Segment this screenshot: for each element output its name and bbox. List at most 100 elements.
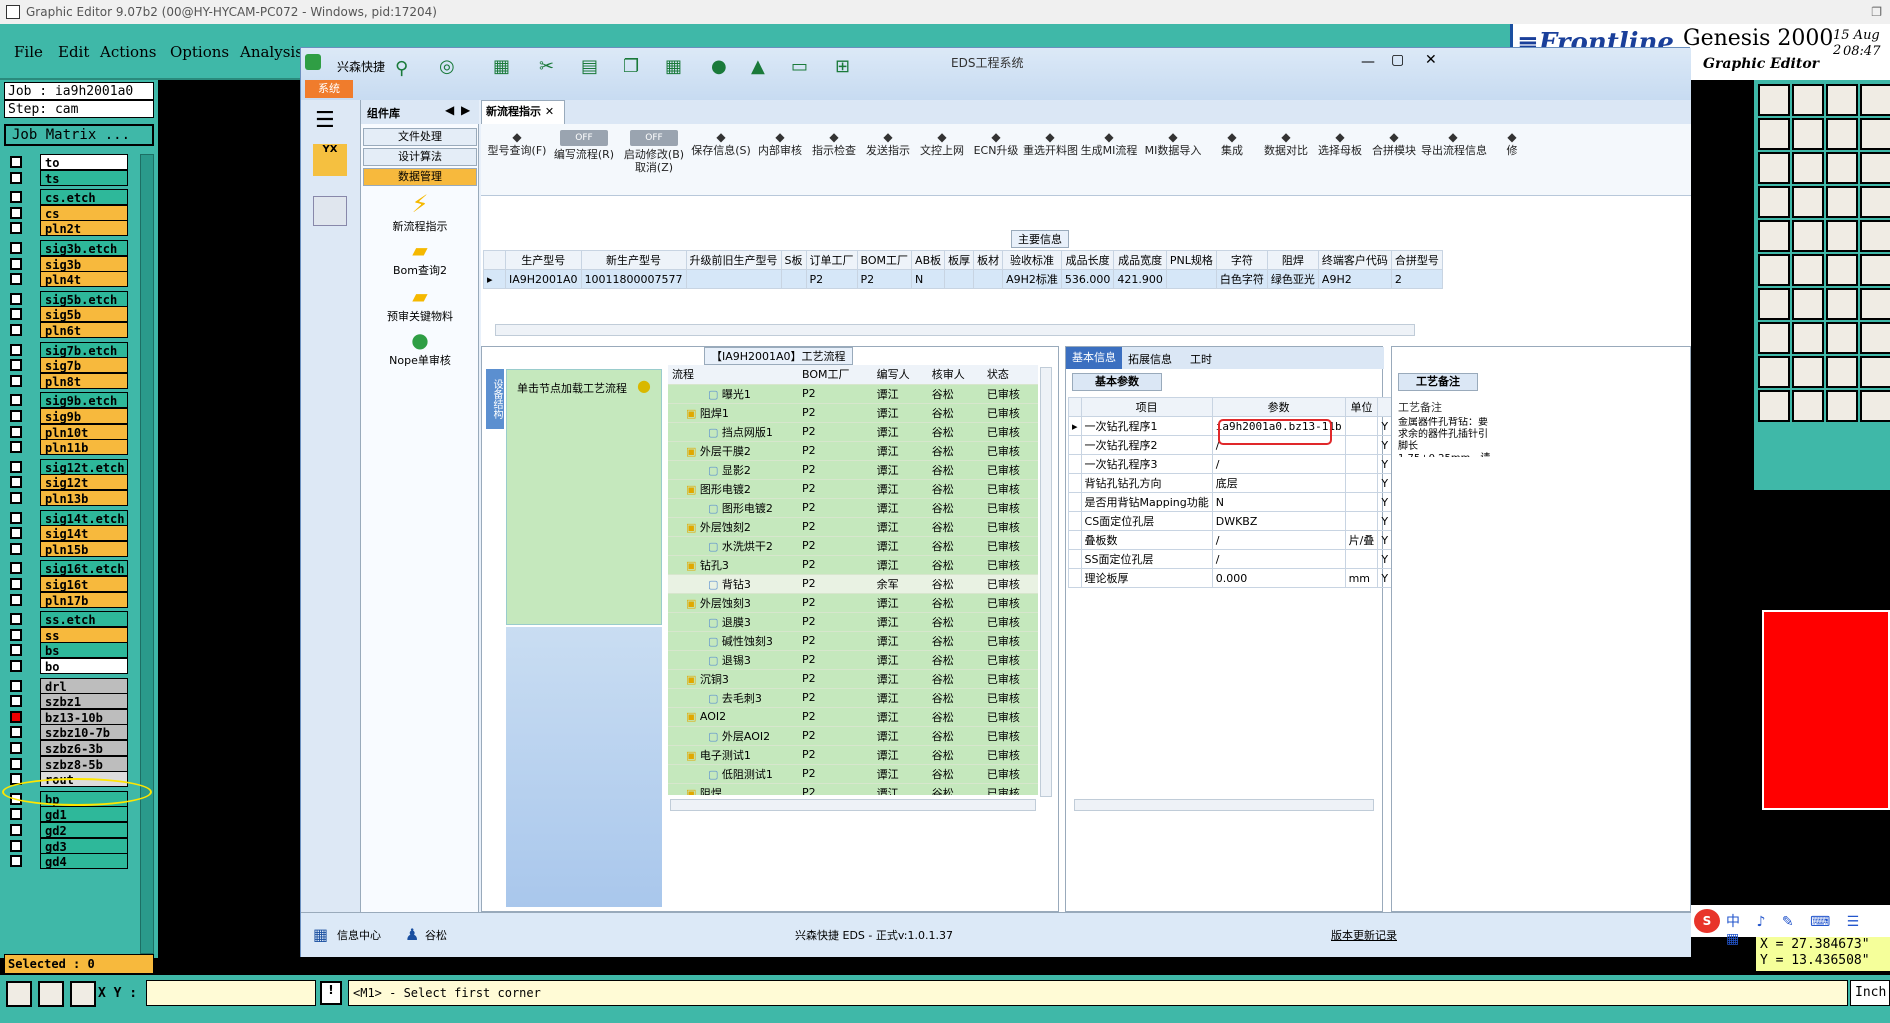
job-matrix-button[interactable]: Job Matrix ... xyxy=(4,124,154,146)
tool-button[interactable] xyxy=(1758,390,1790,422)
layer-row[interactable]: sig9b xyxy=(6,408,154,424)
tab-close-icon[interactable]: ✕ xyxy=(545,105,554,118)
toolbar-btn-12[interactable]: ◆ 集成 xyxy=(1205,124,1259,194)
chart-icon[interactable]: ▲ xyxy=(751,56,765,77)
layer-checkbox[interactable] xyxy=(10,593,22,606)
layer-checkbox[interactable] xyxy=(10,242,22,254)
cell[interactable]: IA9H2001A0 xyxy=(505,269,582,289)
tool-button[interactable] xyxy=(1860,356,1890,388)
flow-row[interactable]: ▢ 退膜3 P2 谭江 谷松 已审核 xyxy=(668,612,1038,632)
layer-name[interactable]: szbz10-7b xyxy=(40,724,128,741)
tool-button[interactable] xyxy=(1860,220,1890,252)
layer-checkbox[interactable] xyxy=(10,527,22,540)
layer-row[interactable]: szbz1 xyxy=(6,693,154,710)
layer-name[interactable]: sig9b xyxy=(40,408,128,424)
tool-button[interactable] xyxy=(1792,186,1824,218)
layer-row[interactable]: gd4 xyxy=(6,853,154,870)
complib-item-preaudit[interactable]: ▰ 预审关键物料 xyxy=(361,284,479,324)
param-row[interactable]: 一次钻孔程序3/ Y xyxy=(1068,454,1393,474)
layer-checkbox[interactable] xyxy=(10,273,22,286)
layer-checkbox[interactable] xyxy=(10,476,22,489)
flow-row[interactable]: ▢ 低阻测试1 P2 谭江 谷松 已审核 xyxy=(668,764,1038,784)
layer-checkbox[interactable] xyxy=(10,644,22,657)
layer-checkbox[interactable] xyxy=(10,695,22,708)
tool-button[interactable] xyxy=(1758,288,1790,320)
toggle-switch[interactable]: OFF xyxy=(630,130,678,146)
info-icon[interactable]: ! xyxy=(320,981,342,1005)
cell[interactable] xyxy=(944,269,975,289)
layer-row[interactable]: sig5b.etch xyxy=(6,290,154,307)
flow-row[interactable]: ▢ 外层AOI2 P2 谭江 谷松 已审核 xyxy=(668,726,1038,746)
tool-button[interactable] xyxy=(1792,220,1824,252)
film-icon[interactable]: ▤ xyxy=(581,56,598,77)
system-tab[interactable]: 系统 xyxy=(305,80,353,98)
param-row[interactable]: 背钻孔钻孔方向 底层 Y xyxy=(1068,473,1393,493)
layer-scrollbar[interactable] xyxy=(140,154,154,954)
layer-row[interactable]: pln10t xyxy=(6,423,154,440)
flow-row[interactable]: ▣ 钻孔3 P2 谭江 谷松 已审核 xyxy=(668,555,1038,575)
calc-icon[interactable] xyxy=(313,196,347,226)
toolbar-btn-14[interactable]: ◆ 选择母板 xyxy=(1313,124,1367,194)
cell[interactable]: 绿色亚光 xyxy=(1266,269,1319,289)
layer-row[interactable]: ss.etch xyxy=(6,611,154,628)
tool-button[interactable] xyxy=(1860,390,1890,422)
tool-button[interactable] xyxy=(1860,254,1890,286)
changelog-link[interactable]: 版本更新记录 xyxy=(1331,927,1397,943)
layer-checkbox[interactable] xyxy=(10,613,22,626)
layer-row[interactable]: pln6t xyxy=(6,322,154,338)
search-icon[interactable]: ⚲ xyxy=(395,58,408,79)
snap-icon[interactable] xyxy=(6,981,32,1007)
layer-name[interactable]: pln15b xyxy=(40,540,128,557)
windows-icon[interactable]: ⊞ xyxy=(835,56,850,77)
layer-name[interactable]: sig5b xyxy=(40,306,128,323)
layer-name[interactable]: ss.etch xyxy=(40,611,128,628)
layer-name[interactable]: pln13b xyxy=(40,490,128,506)
layer-name[interactable]: pln2t xyxy=(40,220,128,237)
flow-row[interactable]: ▢ 退锡3 P2 谭江 谷松 已审核 xyxy=(668,650,1038,670)
info-center-link[interactable]: 信息中心 xyxy=(337,927,381,943)
cell[interactable] xyxy=(973,269,1004,289)
layer-checkbox[interactable] xyxy=(10,410,22,422)
layer-name[interactable]: sig12t.etch xyxy=(40,458,128,475)
tool-button[interactable] xyxy=(1792,254,1824,286)
tool-button[interactable] xyxy=(1758,254,1790,286)
layer-row[interactable]: bo xyxy=(6,658,154,674)
menu-options[interactable]: Options xyxy=(170,43,229,61)
cell[interactable]: 白色字符 xyxy=(1215,269,1268,289)
layer-row[interactable]: sig3b.etch xyxy=(6,240,154,256)
tool-button[interactable] xyxy=(1826,356,1858,388)
flow-row[interactable]: ▣ AOI2 P2 谭江 谷松 已审核 xyxy=(668,707,1038,727)
layer-checkbox[interactable] xyxy=(10,726,22,739)
toggle-switch[interactable]: OFF xyxy=(560,130,608,146)
layer-name[interactable]: drl xyxy=(40,677,128,694)
flow-row[interactable]: ▣ 阻焊 P2 谭江 谷松 已审核 xyxy=(668,783,1038,795)
minimize-button[interactable]: — xyxy=(1361,54,1375,70)
flow-row[interactable]: ▢ 显影2 P2 谭江 谷松 已审核 xyxy=(668,460,1038,480)
toolbar-btn-16[interactable]: ◆ 导出流程信息 xyxy=(1421,124,1487,194)
layer-name[interactable]: sig16t.etch xyxy=(40,560,128,577)
toolbar-btn-13[interactable]: ◆ 数据对比 xyxy=(1259,124,1313,194)
toolbar-btn-4[interactable]: ◆ 内部审核 xyxy=(753,124,807,194)
layer-name[interactable]: gd2 xyxy=(40,822,128,838)
detail-hscroll[interactable] xyxy=(1074,799,1374,811)
flow-row[interactable]: ▣ 图形电镀2 P2 谭江 谷松 已审核 xyxy=(668,479,1038,499)
layer-name[interactable]: pln11b xyxy=(40,439,128,456)
tool-button[interactable] xyxy=(1792,118,1824,150)
layer-row[interactable]: sig12t.etch xyxy=(6,458,154,475)
param-cell[interactable]: N xyxy=(1211,492,1346,512)
tool-button[interactable] xyxy=(1792,84,1824,116)
tool-button[interactable] xyxy=(1826,220,1858,252)
flow-row[interactable]: ▣ 外层蚀刻3 P2 谭江 谷松 已审核 xyxy=(668,593,1038,613)
layer-row[interactable]: szbz8-5b xyxy=(6,755,154,772)
toolbar-btn-1[interactable]: OFF 编写流程(R) xyxy=(549,124,619,194)
layer-checkbox[interactable] xyxy=(10,824,22,836)
layer-checkbox[interactable] xyxy=(10,710,22,723)
cell[interactable]: N xyxy=(911,269,946,289)
group-design-algorithm[interactable]: 设计算法 xyxy=(363,148,477,166)
layer-row[interactable]: gd3 xyxy=(6,837,154,854)
complib-item-new-flow[interactable]: ⚡ 新流程指示 xyxy=(361,190,479,234)
flow-row[interactable]: ▢ 碱性蚀刻3 P2 谭江 谷松 已审核 xyxy=(668,631,1038,651)
measure-icon[interactable] xyxy=(38,981,64,1007)
layer-row[interactable]: ts xyxy=(6,169,154,186)
tool-button[interactable] xyxy=(1758,356,1790,388)
